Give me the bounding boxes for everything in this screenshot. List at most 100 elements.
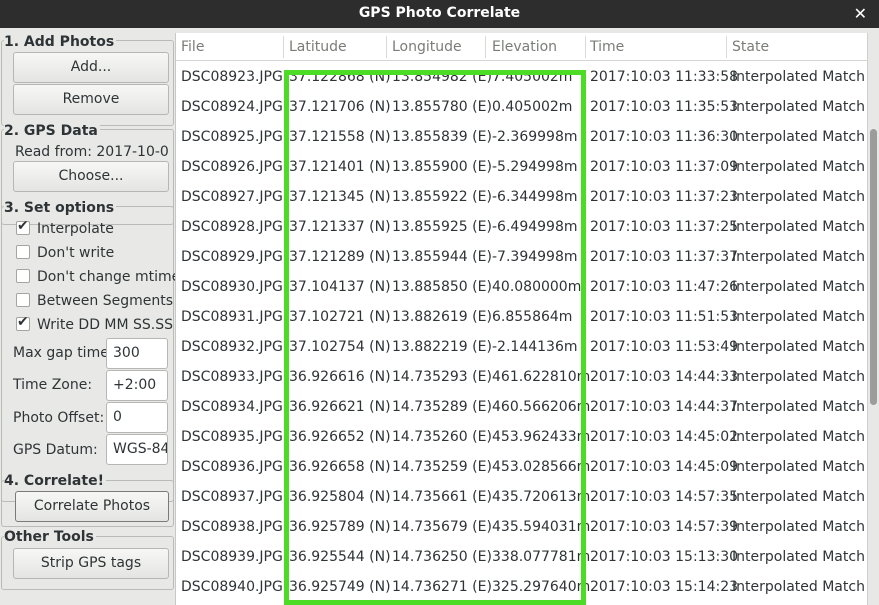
column-header-time[interactable]: Time (590, 39, 624, 55)
cell-file: DSC08940.JPG (181, 579, 283, 595)
column-header-latitude[interactable]: Latitude (289, 39, 347, 55)
cell-longitude: 13.855839 (E) (392, 129, 492, 145)
photo-offset-label: Photo Offset: (13, 410, 105, 426)
table-row[interactable]: DSC08936.JPG 36.926658 (N) 14.735259 (E) 45… (176, 453, 868, 483)
dont-change-mtime-checkbox[interactable]: Don't change mtime (16, 269, 180, 285)
choose-gps-file-button[interactable]: Choose... (13, 161, 169, 192)
checkbox-unchecked-icon[interactable] (16, 245, 30, 259)
cell-state: Interpolated Match (732, 69, 865, 85)
cell-longitude: 14.735289 (E) (392, 399, 492, 415)
cell-elevation: 6.855864m (492, 309, 573, 325)
table-row[interactable]: DSC08925.JPG 37.121558 (N) 13.855839 (E) -2… (176, 123, 868, 153)
cell-state: Interpolated Match (732, 489, 865, 505)
table-row[interactable]: DSC08923.JPG 37.122868 (N) 13.854982 (E) 7.… (176, 63, 868, 93)
cell-elevation: 338.077781m (492, 549, 591, 565)
cell-latitude: 36.925749 (N) (289, 579, 391, 595)
table-row[interactable]: DSC08940.JPG 36.925749 (N) 14.736271 (E) 32… (176, 573, 868, 603)
gps-datum-input[interactable]: WGS-84 (106, 434, 168, 465)
cell-time: 2017:10:03 11:51:53 (590, 309, 739, 325)
table-row[interactable]: DSC08924.JPG 37.121706 (N) 13.855780 (E) 0.… (176, 93, 868, 123)
cell-state: Interpolated Match (732, 549, 865, 565)
table-row[interactable]: DSC08933.JPG 36.926616 (N) 14.735293 (E) 46… (176, 363, 868, 393)
cell-state: Interpolated Match (732, 189, 865, 205)
cell-latitude: 37.121706 (N) (289, 99, 391, 115)
gps-read-from-label: Read from: 2017-10-0... (15, 144, 170, 160)
interpolate-checkbox[interactable]: Interpolate (16, 218, 114, 237)
table-row[interactable]: DSC08929.JPG 37.121289 (N) 13.855944 (E) -7… (176, 243, 868, 273)
scrollbar-thumb[interactable] (870, 129, 877, 405)
column-header-longitude[interactable]: Longitude (392, 39, 462, 55)
cell-elevation: 325.297640m (492, 579, 591, 595)
max-gap-label: Max gap time: (13, 345, 114, 361)
cell-state: Interpolated Match (732, 429, 865, 445)
between-segments-checkbox[interactable]: Between Segments (16, 293, 173, 309)
column-header-file[interactable]: File (181, 39, 204, 55)
add-button[interactable]: Add... (13, 52, 169, 83)
cell-longitude: 13.855922 (E) (392, 189, 492, 205)
photo-table: File Latitude Longitude Elevation Time S… (175, 33, 868, 605)
window-titlebar: GPS Photo Correlate ✕ (0, 0, 879, 28)
cell-longitude: 14.735293 (E) (392, 369, 492, 385)
cell-elevation: -6.494998m (492, 219, 578, 235)
cell-latitude: 37.122868 (N) (289, 69, 391, 85)
column-separator (585, 36, 586, 58)
cell-latitude: 36.925544 (N) (289, 549, 391, 565)
cell-time: 2017:10:03 14:45:02 (590, 429, 739, 445)
cell-longitude: 14.735679 (E) (392, 519, 492, 535)
cell-latitude: 37.102754 (N) (289, 339, 391, 355)
cell-longitude: 14.736250 (E) (392, 549, 492, 565)
cell-file: DSC08927.JPG (181, 189, 283, 205)
cell-file: DSC08936.JPG (181, 459, 283, 475)
checkbox-unchecked-icon[interactable] (16, 269, 30, 283)
table-row[interactable]: DSC08930.JPG 37.104137 (N) 13.885850 (E) 40… (176, 273, 868, 303)
table-row[interactable]: DSC08935.JPG 36.926652 (N) 14.735260 (E) 45… (176, 423, 868, 453)
photo-offset-input[interactable]: 0 (106, 402, 168, 433)
column-header-state[interactable]: State (732, 39, 769, 55)
table-row[interactable]: DSC08934.JPG 36.926621 (N) 14.735289 (E) 46… (176, 393, 868, 423)
checkbox-unchecked-icon[interactable] (16, 293, 30, 307)
between-segments-label: Between Segments (37, 293, 174, 309)
cell-longitude: 14.735259 (E) (392, 459, 492, 475)
cell-elevation: 435.594031m (492, 519, 591, 535)
vertical-scrollbar[interactable] (867, 33, 879, 605)
table-row[interactable]: DSC08939.JPG 36.925544 (N) 14.736250 (E) 33… (176, 543, 868, 573)
remove-button[interactable]: Remove (13, 84, 169, 115)
close-icon[interactable]: ✕ (854, 4, 867, 23)
cell-latitude: 37.121401 (N) (289, 159, 391, 175)
cell-latitude: 36.925804 (N) (289, 489, 391, 505)
cell-state: Interpolated Match (732, 579, 865, 595)
dont-write-checkbox[interactable]: Don't write (16, 245, 114, 261)
cell-longitude: 14.735260 (E) (392, 429, 492, 445)
correlate-photos-button[interactable]: Correlate Photos (15, 491, 169, 522)
strip-gps-tags-button[interactable]: Strip GPS tags (13, 548, 169, 579)
table-row[interactable]: DSC08932.JPG 37.102754 (N) 13.882219 (E) -2… (176, 333, 868, 363)
dont-write-label: Don't write (37, 245, 115, 261)
cell-file: DSC08926.JPG (181, 159, 283, 175)
gps-data-title: 2. GPS Data (4, 123, 100, 139)
cell-elevation: 0.405002m (492, 99, 573, 115)
column-separator (485, 36, 486, 58)
cell-longitude: 13.855900 (E) (392, 159, 492, 175)
sidebar: 1. Add Photos Add... Remove 2. GPS Data … (0, 31, 180, 605)
checkbox-checked-icon[interactable] (16, 314, 30, 331)
table-row[interactable]: DSC08927.JPG 37.121345 (N) 13.855922 (E) -6… (176, 183, 868, 213)
table-row[interactable]: DSC08928.JPG 37.121337 (N) 13.855925 (E) -6… (176, 213, 868, 243)
max-gap-input[interactable]: 300 (106, 338, 168, 369)
table-row[interactable]: DSC08926.JPG 37.121401 (N) 13.855900 (E) -5… (176, 153, 868, 183)
cell-elevation: 453.962433m (492, 429, 591, 445)
table-row[interactable]: DSC08937.JPG 36.925804 (N) 14.735661 (E) 43… (176, 483, 868, 513)
cell-latitude: 37.121345 (N) (289, 189, 391, 205)
table-row[interactable]: DSC08938.JPG 36.925789 (N) 14.735679 (E) 43… (176, 513, 868, 543)
timezone-input[interactable]: +2:00 (106, 370, 168, 401)
table-row[interactable]: DSC08931.JPG 37.102721 (N) 13.882619 (E) 6.… (176, 303, 868, 333)
cell-time: 2017:10:03 11:37:23 (590, 189, 739, 205)
write-dd-mm-ss-checkbox[interactable]: Write DD MM SS.SS (16, 314, 173, 333)
checkbox-checked-icon[interactable] (16, 218, 30, 235)
column-header-elevation[interactable]: Elevation (492, 39, 557, 55)
other-tools-title: Other Tools (4, 529, 96, 545)
cell-file: DSC08923.JPG (181, 69, 283, 85)
timezone-label: Time Zone: (13, 377, 93, 393)
cell-longitude: 13.855925 (E) (392, 219, 492, 235)
cell-state: Interpolated Match (732, 159, 865, 175)
cell-elevation: 7.405002m (492, 69, 573, 85)
